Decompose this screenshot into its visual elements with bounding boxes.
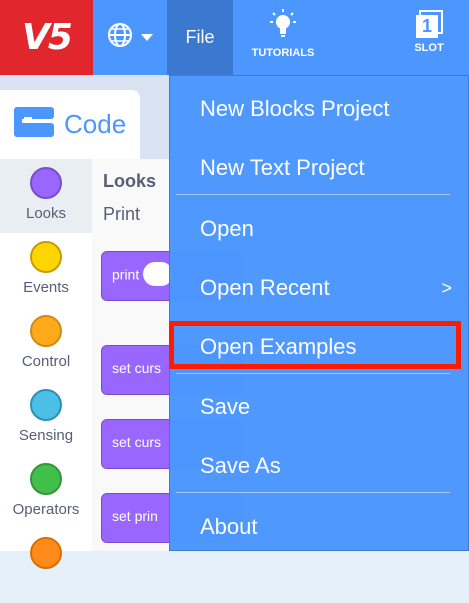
block-label: set curs <box>112 434 162 450</box>
operators-category-dot <box>30 463 62 495</box>
events-category-dot <box>30 241 62 273</box>
menu-item-new-blocks-project[interactable]: New Blocks Project <box>200 96 390 122</box>
block-label: print <box>112 266 140 283</box>
menu-item-open[interactable]: Open <box>200 216 254 242</box>
slot-selector[interactable]: 1 SLOT <box>400 10 458 70</box>
menu-item-open-recent[interactable]: Open Recent <box>200 275 330 301</box>
file-menu-button[interactable]: File <box>167 0 233 75</box>
code-blocks-icon <box>12 105 56 144</box>
looks-category-dot <box>30 167 62 199</box>
block-label: set prin <box>112 508 158 524</box>
tutorials-button[interactable]: TUTORIALS <box>243 8 323 70</box>
palette-heading: Looks <box>103 171 157 191</box>
menu-divider <box>176 194 450 195</box>
category-partial[interactable] <box>0 529 92 603</box>
slot-icon: 1 <box>414 10 444 40</box>
file-dropdown-menu: New Blocks Project New Text Project Open… <box>169 75 469 551</box>
tab-code[interactable]: Code <box>0 90 140 159</box>
slot-label: SLOT <box>414 42 444 54</box>
slot-number: 1 <box>421 16 432 36</box>
submenu-arrow-icon: > <box>441 278 452 298</box>
category-sensing[interactable]: Sensing <box>0 381 92 455</box>
category-label: Operators <box>12 501 80 518</box>
category-looks[interactable]: Looks <box>0 159 92 233</box>
menu-item-new-text-project[interactable]: New Text Project <box>200 155 365 181</box>
palette-subheading: Print <box>103 204 141 224</box>
language-menu-button[interactable] <box>93 0 167 75</box>
sensing-category-dot <box>30 389 62 421</box>
caret-down-icon <box>141 29 153 47</box>
lightbulb-icon <box>243 8 323 43</box>
menu-divider <box>176 373 450 374</box>
globe-icon <box>107 22 133 53</box>
category-menu: Looks Events Control Sensing Operators <box>0 159 93 569</box>
category-label: Events <box>23 279 69 296</box>
menu-item-about[interactable]: About <box>200 514 258 540</box>
control-category-dot <box>30 315 62 347</box>
tutorials-label: TUTORIALS <box>251 47 315 59</box>
highlight-box <box>169 321 461 369</box>
category-label: Looks <box>25 205 67 222</box>
menu-divider <box>176 492 450 493</box>
category-operators[interactable]: Operators <box>0 455 92 529</box>
menu-item-save-as[interactable]: Save As <box>200 453 281 479</box>
category-events[interactable]: Events <box>0 233 92 307</box>
category-control[interactable]: Control <box>0 307 92 381</box>
variables-category-dot <box>30 537 62 569</box>
block-label: set curs <box>112 360 162 376</box>
tab-code-label: Code <box>64 109 127 139</box>
vex-logo: V5 <box>0 0 93 75</box>
category-label: Control <box>21 353 71 370</box>
category-label: Sensing <box>18 427 74 444</box>
menu-item-save[interactable]: Save <box>200 394 250 420</box>
